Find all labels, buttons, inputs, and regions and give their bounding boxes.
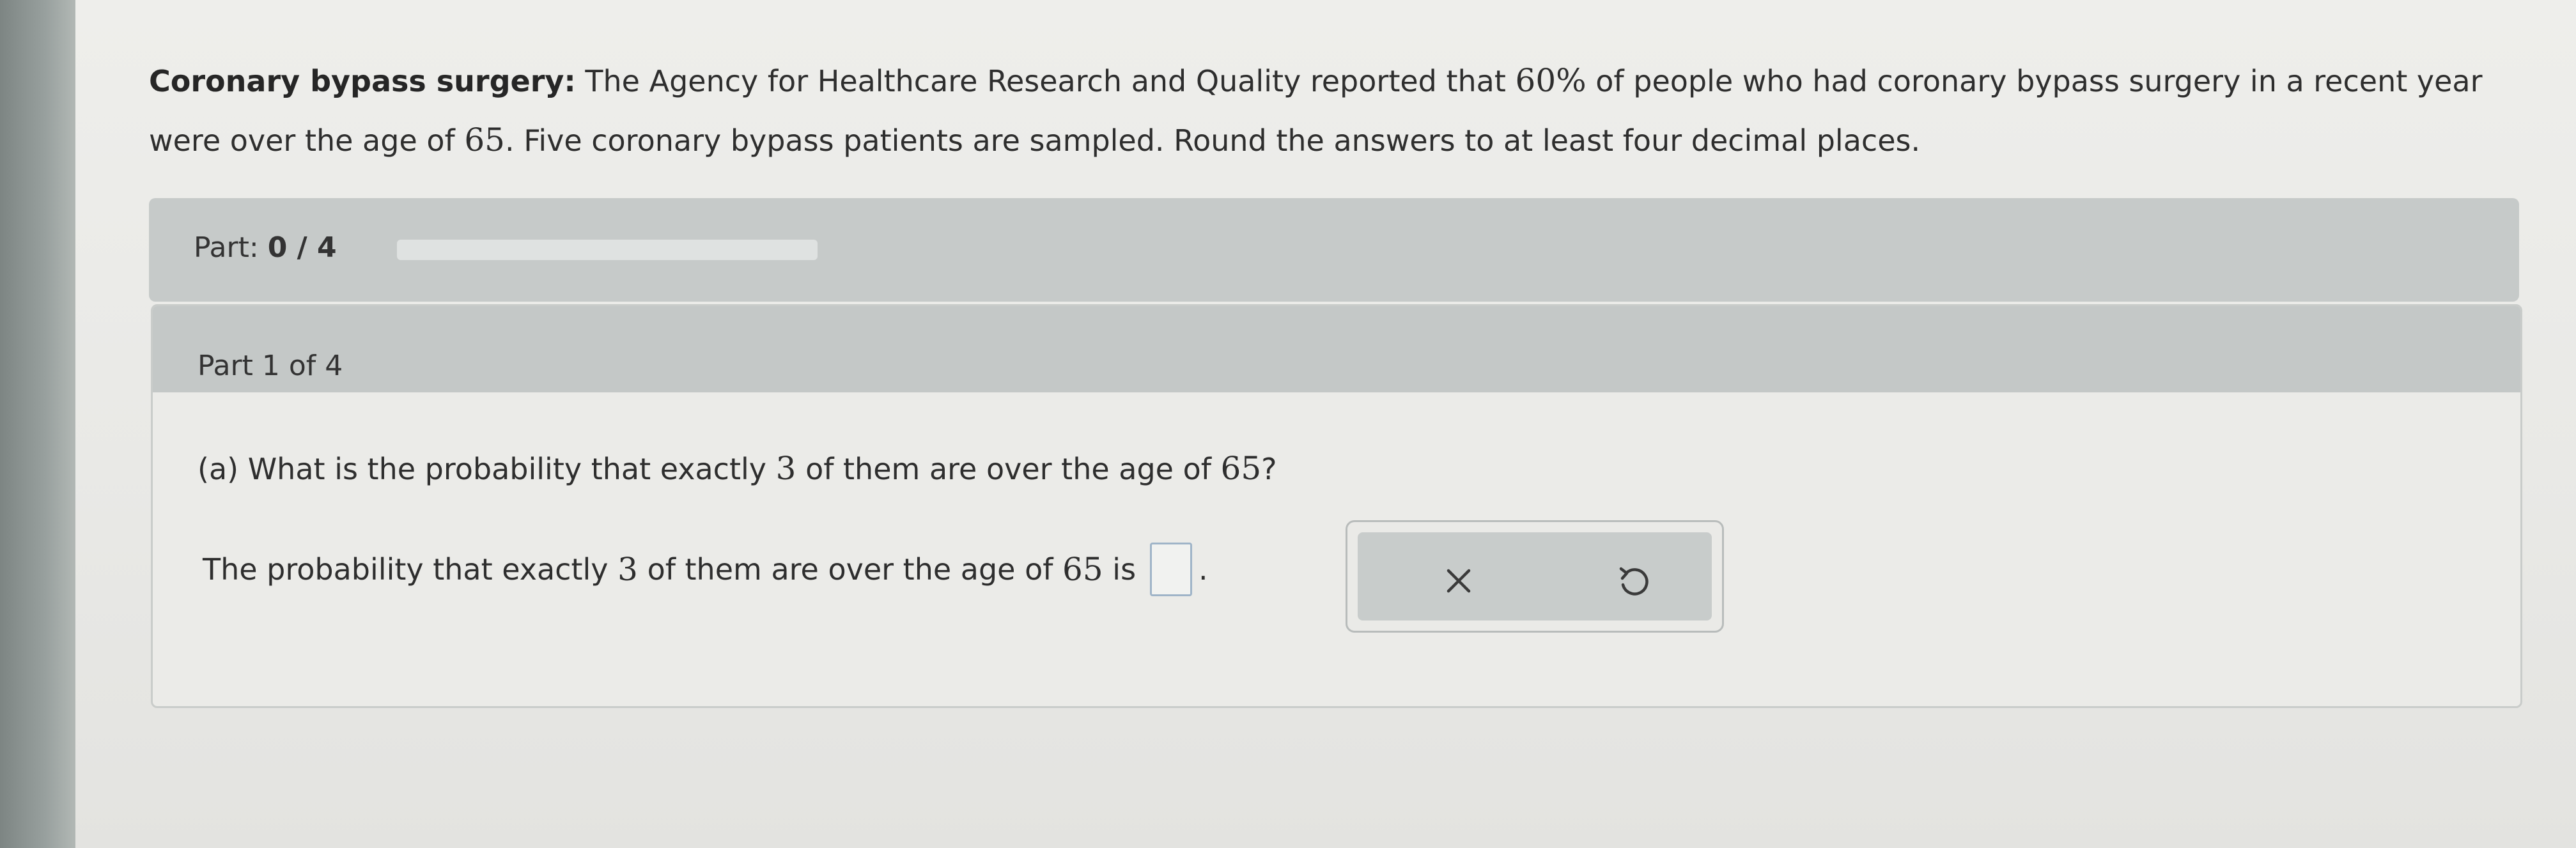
answer-period: . [1199,552,1208,587]
undo-icon [1619,567,1649,596]
problem-line-1: Coronary bypass surgery: The Agency for … [149,51,2527,111]
part-header: Part 1 of 4 [153,306,2520,392]
progress-track [397,240,818,260]
answer-text: of them are over the age of [647,552,1053,587]
question-age: 65 [1220,450,1262,487]
answer-number: 3 [617,551,638,588]
problem-text: were over the age of [149,123,455,158]
answer-text: is [1112,552,1137,587]
problem-text: The Agency for Healthcare Research and Q… [585,64,1506,98]
clear-button[interactable] [1436,558,1482,604]
question-text: (a) What is the probability that exactly… [198,450,1277,487]
page: Coronary bypass surgery: The Agency for … [75,0,2576,848]
question-mark: ? [1261,452,1277,486]
progress-label: Part: 0 / 4 [194,231,337,264]
part-header-label: Part 1 of 4 [198,350,343,382]
progress-prefix: Part: [194,231,259,264]
problem-statement: Coronary bypass surgery: The Agency for … [149,51,2527,170]
answer-actions [1346,520,1724,633]
question-number: 3 [775,450,796,487]
problem-text: . Five coronary bypass patients are samp… [504,123,1921,158]
question-part: of them are over the age of [805,452,1211,486]
screen-bezel [0,0,75,848]
problem-lead: Coronary bypass surgery: [149,64,576,98]
problem-age: 65 [464,121,505,158]
problem-percent: 60% [1515,62,1587,99]
part-card: Part 1 of 4 (a) What is the probability … [151,304,2522,708]
answer-age: 65 [1062,551,1103,588]
question-part: (a) What is the probability that exactly [198,452,766,486]
answer-line: The probability that exactly 3 of them a… [203,543,1208,596]
problem-text: of people who had coronary bypass surger… [1595,64,2483,98]
problem-line-2: were over the age of 65. Five coronary b… [149,111,2527,170]
answer-text: The probability that exactly [203,552,609,587]
progress-value: 0 / 4 [267,231,337,264]
undo-button[interactable] [1610,558,1656,604]
x-icon [1447,569,1471,593]
answer-actions-panel [1358,532,1712,621]
answer-input[interactable] [1150,543,1193,596]
part-progress-bar: Part: 0 / 4 [149,198,2519,302]
